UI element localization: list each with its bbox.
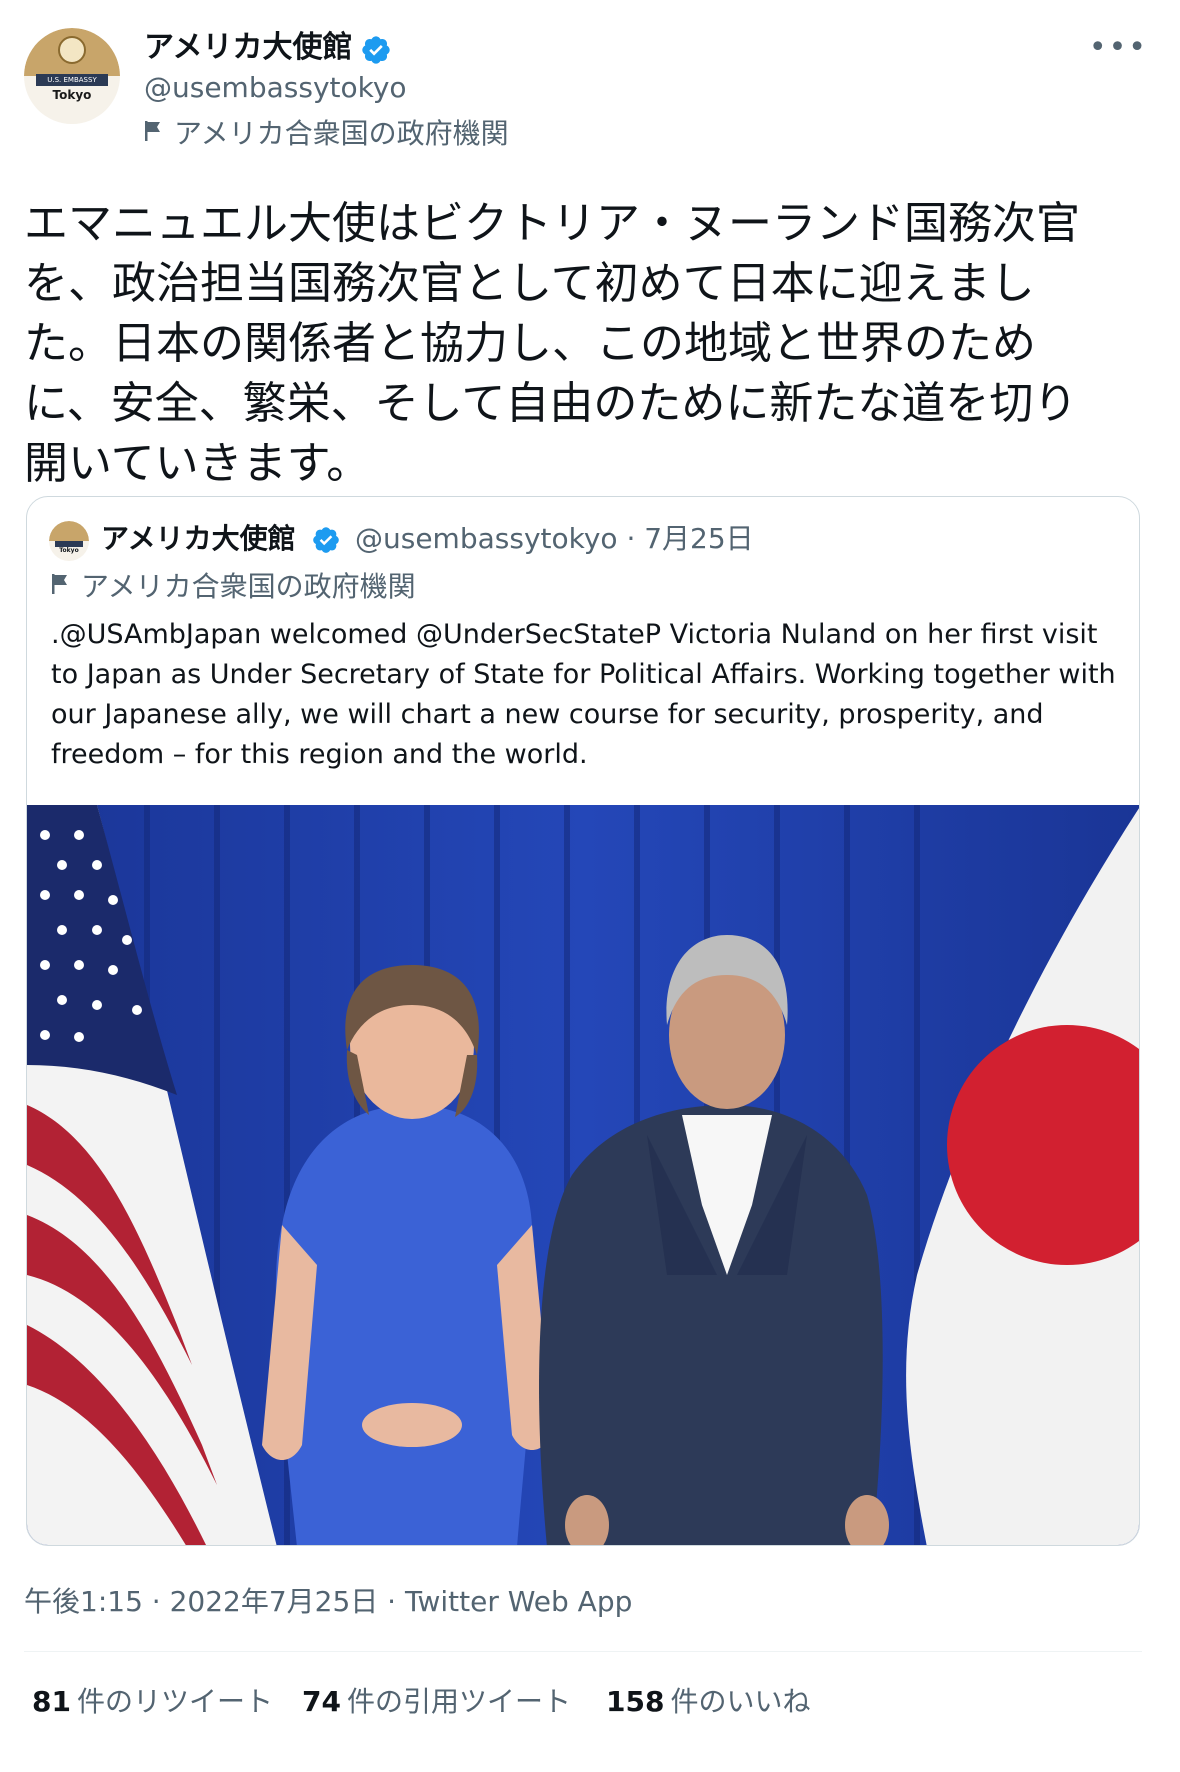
author-avatar[interactable]: U.S. EMBASSY Tokyo xyxy=(24,28,120,124)
flag-icon xyxy=(144,116,164,152)
like-count-number: 158 xyxy=(606,1685,665,1718)
avatar-dome xyxy=(49,521,89,541)
verified-badge-icon xyxy=(362,36,390,64)
avatar-band-label: U.S. EMBASSY xyxy=(36,74,108,86)
tweet-timestamp[interactable]: 午後1:15 · 2022年7月25日 · Twitter Web App xyxy=(24,1582,632,1622)
tweet: U.S. EMBASSY Tokyo アメリカ大使館 @usembassytok… xyxy=(0,0,1180,1772)
quoted-author-avatar[interactable]: Tokyo xyxy=(49,521,89,561)
like-count-label: 件のいいね xyxy=(670,1685,811,1718)
author-handle[interactable]: @usembassytokyo xyxy=(144,70,407,106)
like-count[interactable]: 158 件のいいね xyxy=(606,1682,810,1722)
flag-icon xyxy=(51,569,71,605)
verified-badge-icon xyxy=(313,527,339,553)
quoted-tweet-photo[interactable] xyxy=(27,805,1140,1546)
more-horizontal-icon[interactable]: ••• xyxy=(1089,30,1148,65)
divider xyxy=(24,1651,1142,1652)
retweet-count-label: 件のリツイート xyxy=(76,1685,273,1718)
author-display-name[interactable]: アメリカ大使館 xyxy=(144,28,353,68)
quoted-government-label: アメリカ合衆国の政府機関 xyxy=(51,569,416,605)
quoted-tweet-text: .@USAmbJapan welcomed @UnderSecStateP Vi… xyxy=(51,619,1116,770)
retweet-count-number: 81 xyxy=(32,1685,71,1718)
government-label-text: アメリカ合衆国の政府機関 xyxy=(174,117,509,150)
retweet-count[interactable]: 81 件のリツイート xyxy=(32,1682,273,1722)
avatar-city-label: Tokyo xyxy=(52,88,92,102)
avatar-city-label: Tokyo xyxy=(59,547,79,554)
quoted-author-name[interactable]: アメリカ大使館 xyxy=(101,519,296,559)
government-label: アメリカ合衆国の政府機関 xyxy=(144,116,509,152)
quoted-handle-date[interactable]: @usembassytokyo · 7月25日 xyxy=(355,519,754,559)
quoted-tweet[interactable]: Tokyo アメリカ大使館 @usembassytokyo · 7月25日 アメ… xyxy=(26,496,1140,1546)
quoted-government-label-text: アメリカ合衆国の政府機関 xyxy=(81,570,416,603)
tweet-text: エマニュエル大使はビクトリア・ヌーランド国務次官 を、政治担当国務次官として初め… xyxy=(24,198,1080,489)
quote-count-label: 件の引用ツイート xyxy=(346,1685,571,1718)
quote-count-number: 74 xyxy=(302,1685,341,1718)
avatar-seal-icon xyxy=(58,36,86,64)
quote-tweet-count[interactable]: 74 件の引用ツイート xyxy=(302,1682,571,1722)
